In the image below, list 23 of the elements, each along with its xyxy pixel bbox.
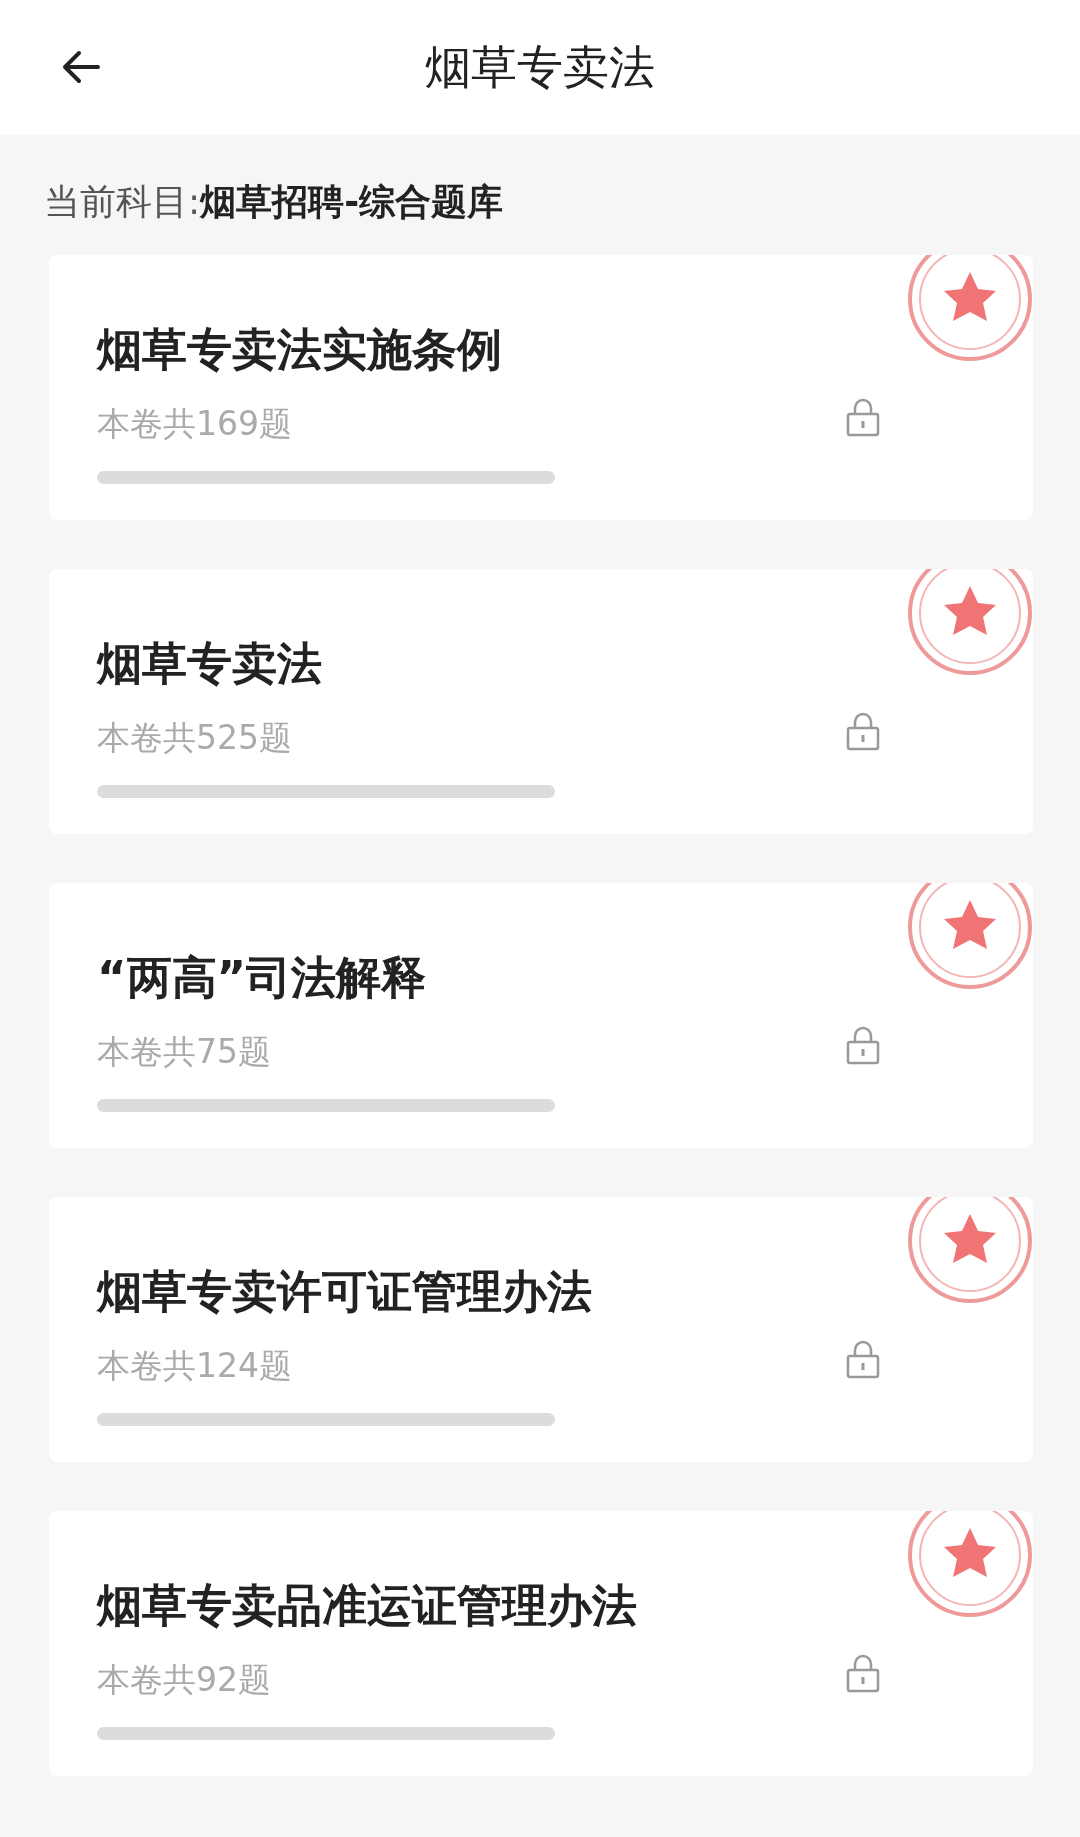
- paper-title: 烟草专卖许可证管理办法: [97, 1265, 593, 1319]
- question-count: 本卷共124题: [97, 1345, 292, 1387]
- page-title: 烟草专卖法: [425, 39, 655, 96]
- back-icon[interactable]: [62, 50, 100, 84]
- paper-card[interactable]: 烟草专卖法实施条例 本卷共169题: [49, 255, 1033, 520]
- paper-card[interactable]: 烟草专卖许可证管理办法 本卷共124题: [49, 1197, 1033, 1462]
- paper-card[interactable]: 烟草专卖法 本卷共525题: [49, 569, 1033, 834]
- question-count: 本卷共169题: [97, 403, 292, 445]
- star-medal-icon: [905, 255, 1033, 364]
- question-count: 本卷共525题: [97, 717, 292, 759]
- question-count: 本卷共75题: [97, 1031, 271, 1073]
- paper-title: 烟草专卖法实施条例: [97, 323, 503, 377]
- current-subject: 当前科目:烟草招聘-综合题库: [44, 181, 504, 222]
- star-medal-icon: [905, 1511, 1033, 1620]
- star-medal-icon: [905, 1197, 1033, 1306]
- paper-card[interactable]: “两高”司法解释 本卷共75题: [49, 883, 1033, 1148]
- paper-title: “两高”司法解释: [97, 951, 428, 1005]
- paper-card[interactable]: 烟草专卖品准运证管理办法 本卷共92题: [49, 1511, 1033, 1776]
- star-medal-icon: [905, 569, 1033, 678]
- paper-title: 烟草专卖品准运证管理办法: [97, 1579, 638, 1633]
- question-count: 本卷共92题: [97, 1659, 271, 1701]
- paper-title: 烟草专卖法: [97, 637, 323, 691]
- star-medal-icon: [905, 883, 1033, 992]
